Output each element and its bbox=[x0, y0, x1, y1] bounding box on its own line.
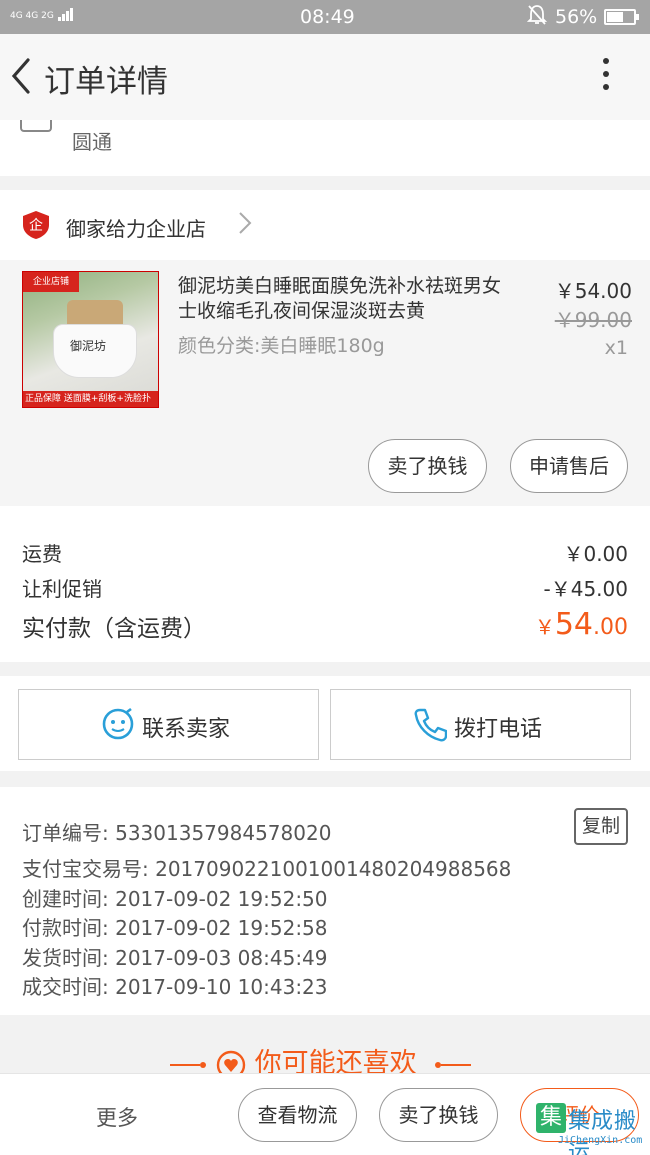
completed-time: 成交时间: 2017-09-10 10:43:23 bbox=[22, 975, 328, 999]
watermark-text: 集成搬运 bbox=[568, 1109, 638, 1155]
alipay-number: 支付宝交易号: 2017090221001001480204988568 bbox=[22, 857, 512, 881]
chevron-right-icon bbox=[238, 210, 252, 243]
page-title: 订单详情 bbox=[44, 64, 168, 100]
order-item[interactable]: 企业店铺 御泥坊 正品保障 送面膜+刮板+洗脸扑 御泥坊美白睡眠面膜免洗补水祛斑… bbox=[0, 260, 650, 506]
product-quantity: x1 bbox=[604, 337, 628, 359]
nav-bar: 订单详情 bbox=[0, 34, 650, 120]
product-image[interactable]: 企业店铺 御泥坊 正品保障 送面膜+刮板+洗脸扑 bbox=[22, 271, 159, 408]
contact-seller-button[interactable]: 联系卖家 bbox=[18, 689, 319, 760]
order-info: 订单编号: 53301357984578020 复制 支付宝交易号: 20170… bbox=[0, 787, 650, 1015]
logistics-section[interactable]: 圆通 bbox=[0, 120, 650, 176]
site-watermark: 集 集成搬运 JiChengXin.com bbox=[532, 1097, 650, 1155]
product-price: ￥54.00 bbox=[554, 279, 632, 303]
watermark-url: JiChengXin.com bbox=[558, 1135, 643, 1146]
signal-icon: 4G 4G 2G bbox=[10, 8, 74, 21]
chat-face-icon bbox=[102, 707, 134, 740]
call-phone-label: 拨打电话 bbox=[454, 717, 543, 742]
product-name: 御泥坊美白睡眠面膜免洗补水祛斑男女士收缩毛孔夜间保湿淡斑去黄 bbox=[178, 275, 502, 322]
shipping-label: 运费 bbox=[22, 542, 62, 566]
shop-row[interactable]: 企 御家给力企业店 bbox=[0, 190, 650, 260]
sell-item-button[interactable]: 卖了换钱 bbox=[368, 439, 487, 493]
order-number: 订单编号: 53301357984578020 bbox=[22, 821, 332, 845]
enterprise-shop-icon: 企 bbox=[22, 210, 50, 240]
clock: 08:49 bbox=[300, 6, 355, 28]
paid-row: 实付款（含运费） ￥54.00 bbox=[22, 607, 628, 643]
watermark-logo: 集 bbox=[536, 1103, 566, 1133]
view-logistics-button[interactable]: 查看物流 bbox=[238, 1088, 357, 1142]
battery-icon bbox=[604, 9, 639, 25]
more-button[interactable]: 更多 bbox=[96, 1102, 138, 1132]
sell-button[interactable]: 卖了换钱 bbox=[379, 1088, 498, 1142]
recommend-header: 你可能还喜欢 bbox=[0, 1015, 650, 1079]
shop-tag: 企业店铺 bbox=[23, 272, 79, 292]
jar-illustration: 御泥坊 bbox=[53, 300, 137, 378]
back-icon[interactable] bbox=[6, 54, 40, 98]
phone-icon bbox=[414, 708, 447, 742]
copy-button[interactable]: 复制 bbox=[574, 808, 628, 845]
discount-row: 让利促销 -￥45.00 bbox=[22, 573, 628, 602]
mute-bell-icon bbox=[526, 4, 548, 31]
promo-strip: 正品保障 送面膜+刮板+洗脸扑 bbox=[23, 391, 158, 407]
created-time: 创建时间: 2017-09-02 19:52:50 bbox=[22, 887, 328, 911]
courier-name: 圆通 bbox=[72, 130, 112, 154]
status-bar: 4G 4G 2G 08:49 56% bbox=[0, 0, 650, 34]
contact-seller-label: 联系卖家 bbox=[142, 717, 231, 742]
product-spec: 颜色分类:美白睡眠180g bbox=[178, 335, 385, 357]
shipped-time: 发货时间: 2017-09-03 08:45:49 bbox=[22, 946, 328, 970]
paid-label: 实付款（含运费） bbox=[22, 616, 206, 642]
contact-section: 联系卖家 拨打电话 bbox=[0, 676, 650, 771]
discount-value: -￥45.00 bbox=[543, 577, 628, 601]
battery-percent: 56% bbox=[555, 6, 598, 28]
call-phone-button[interactable]: 拨打电话 bbox=[330, 689, 631, 760]
paid-value: ￥54.00 bbox=[534, 607, 628, 642]
shipping-value: ￥0.00 bbox=[563, 542, 628, 566]
shop-name: 御家给力企业店 bbox=[66, 217, 206, 241]
discount-label: 让利促销 bbox=[22, 577, 102, 601]
shipping-row: 运费 ￥0.00 bbox=[22, 538, 628, 567]
after-sale-button[interactable]: 申请售后 bbox=[510, 439, 628, 493]
original-price: ￥99.00 bbox=[554, 308, 632, 332]
svg-text:企: 企 bbox=[29, 217, 43, 234]
more-options-icon[interactable] bbox=[598, 58, 614, 98]
chat-bubble-icon bbox=[20, 120, 52, 132]
paid-time: 付款时间: 2017-09-02 19:52:58 bbox=[22, 916, 328, 940]
price-summary: 运费 ￥0.00 让利促销 -￥45.00 实付款（含运费） ￥54.00 bbox=[0, 506, 650, 662]
